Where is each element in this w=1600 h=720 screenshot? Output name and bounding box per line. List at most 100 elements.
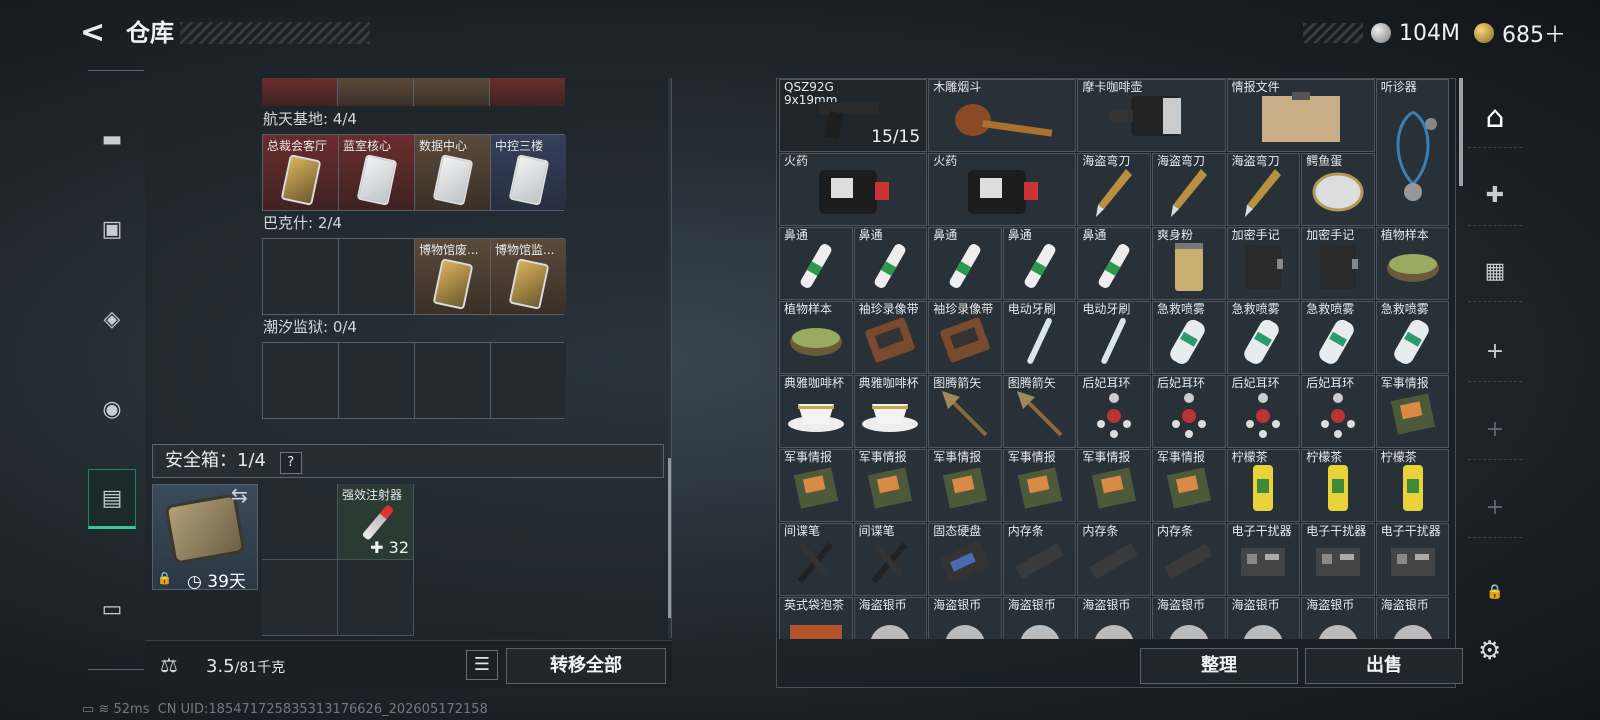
warehouse-item[interactable]: 军事情报	[1002, 449, 1077, 522]
container-medkit-icon[interactable]: ✚	[1468, 166, 1522, 226]
warehouse-item[interactable]: 图腾箭矢	[928, 375, 1002, 448]
key-card-slot[interactable]: 中控三楼	[491, 135, 566, 210]
warehouse-item[interactable]: 急救喷雾	[1226, 301, 1301, 374]
safe-item[interactable]: 强效注射器 ✚ 32	[338, 484, 413, 559]
container-helmet-icon[interactable]: ⌂	[1468, 88, 1522, 148]
container-add-3-icon[interactable]: +	[1468, 478, 1522, 538]
warehouse-item[interactable]: 军事情报	[1077, 449, 1151, 522]
warehouse-item[interactable]: 军事情报	[928, 449, 1002, 522]
warehouse-item[interactable]: 内存条	[1002, 523, 1077, 596]
warehouse-item[interactable]: 摩卡咖啡壶	[1077, 79, 1226, 152]
warehouse-item[interactable]: 电动牙刷	[1002, 301, 1077, 374]
empty-slot[interactable]	[263, 343, 338, 418]
warehouse-item[interactable]: 鼻通	[1002, 227, 1077, 300]
warehouse-item[interactable]: 典雅咖啡杯	[779, 375, 853, 448]
nav-toolbox-icon[interactable]: ▭	[88, 579, 136, 639]
warehouse-item[interactable]: 听诊器	[1375, 79, 1450, 226]
warehouse-item[interactable]: 内存条	[1152, 523, 1226, 596]
warehouse-item[interactable]: 袖珍录像带	[853, 301, 928, 374]
grid-cell[interactable]	[414, 78, 489, 106]
container-add-icon[interactable]: +	[1468, 322, 1522, 382]
warehouse-item[interactable]: 固态硬盘	[928, 523, 1002, 596]
grid-cell[interactable]	[338, 560, 413, 635]
nav-armor-icon[interactable]: ▣	[88, 199, 136, 259]
warehouse-item[interactable]: 海盗银币	[1002, 597, 1077, 639]
warehouse-item[interactable]: 植物样本	[1375, 227, 1450, 300]
warehouse-item[interactable]: 海盗银币	[1152, 597, 1226, 639]
warehouse-item[interactable]: 后妃耳环	[1226, 375, 1301, 448]
warehouse-item[interactable]: 爽身粉	[1152, 227, 1226, 300]
warehouse-item[interactable]: 海盗银币	[853, 597, 928, 639]
key-card-slot[interactable]: 博物馆监...	[491, 239, 566, 314]
grid-cell[interactable]	[262, 484, 337, 559]
nav-backpack-icon[interactable]: ◈	[88, 289, 136, 349]
back-icon[interactable]: <	[80, 16, 110, 50]
warehouse-item[interactable]: 海盗银币	[1077, 597, 1151, 639]
sort-button[interactable]: 整理	[1140, 648, 1298, 684]
key-card-slot[interactable]: 数据中心	[415, 135, 490, 210]
warehouse-item[interactable]: 海盗弯刀	[1226, 153, 1301, 226]
warehouse-item[interactable]: 柠檬茶	[1375, 449, 1450, 522]
warehouse-item[interactable]: 间谍笔	[853, 523, 928, 596]
warehouse-item[interactable]: 电子干扰器	[1375, 523, 1450, 596]
nav-weapon-icon[interactable]: ▬	[88, 109, 136, 169]
left-scrollbar[interactable]	[668, 78, 671, 638]
grid-cell[interactable]	[262, 78, 337, 106]
list-view-button[interactable]: ☰	[466, 650, 498, 680]
container-lock-icon[interactable]: 🔒	[1468, 562, 1522, 622]
warehouse-item[interactable]: 急救喷雾	[1375, 301, 1450, 374]
gold-currency-value[interactable]: 685＋	[1502, 17, 1566, 49]
container-add-2-icon[interactable]: +	[1468, 400, 1522, 460]
warehouse-item[interactable]: 内存条	[1077, 523, 1151, 596]
nav-safe-box-icon[interactable]: ▤	[88, 469, 136, 529]
warehouse-item[interactable]: 后妃耳环	[1152, 375, 1226, 448]
grid-cell[interactable]	[262, 560, 337, 635]
warehouse-item[interactable]: 海盗银币	[928, 597, 1002, 639]
warehouse-item[interactable]: 海盗银币	[1301, 597, 1375, 639]
warehouse-item[interactable]: 海盗银币	[1375, 597, 1450, 639]
key-card-slot[interactable]: 蓝室核心	[339, 135, 414, 210]
warehouse-item[interactable]: 电子干扰器	[1226, 523, 1301, 596]
grid-cell[interactable]	[338, 78, 413, 106]
warehouse-item[interactable]: 情报文件	[1226, 79, 1375, 152]
warehouse-item[interactable]: 军事情报	[853, 449, 928, 522]
help-icon[interactable]: ?	[279, 452, 302, 474]
warehouse-item[interactable]: 植物样本	[779, 301, 853, 374]
warehouse-item[interactable]: 鼻通	[1077, 227, 1151, 300]
warehouse-item[interactable]: 后妃耳环	[1077, 375, 1151, 448]
warehouse-item[interactable]: 加密手记	[1301, 227, 1375, 300]
warehouse-item[interactable]: 鼻通	[853, 227, 928, 300]
sell-button[interactable]: 出售	[1305, 648, 1463, 684]
warehouse-item[interactable]: 火药	[928, 153, 1077, 226]
warehouse-item[interactable]: QSZ92G 9x19mm 15/15	[779, 79, 928, 152]
warehouse-item[interactable]: 间谍笔	[779, 523, 853, 596]
warehouse-item[interactable]: 鳄鱼蛋	[1301, 153, 1375, 226]
warehouse-item[interactable]: 海盗弯刀	[1077, 153, 1151, 226]
warehouse-item[interactable]: 急救喷雾	[1152, 301, 1226, 374]
safe-box-case[interactable]: ⇆ 🔒 ◷ 39天	[152, 483, 258, 592]
settings-gear-icon[interactable]: ⚙	[1478, 636, 1501, 666]
warehouse-item[interactable]: 鼻通	[779, 227, 853, 300]
container-cassette-icon[interactable]: ▦	[1468, 242, 1522, 302]
warehouse-item[interactable]: 柠檬茶	[1301, 449, 1375, 522]
warehouse-item[interactable]: 电动牙刷	[1077, 301, 1151, 374]
warehouse-item[interactable]: 火药	[779, 153, 928, 226]
warehouse-item[interactable]: 海盗银币	[1226, 597, 1301, 639]
grid-cell[interactable]	[490, 78, 565, 106]
warehouse-item[interactable]: 木雕烟斗	[928, 79, 1077, 152]
empty-slot[interactable]	[339, 343, 414, 418]
empty-slot[interactable]	[263, 239, 338, 314]
warehouse-item[interactable]: 军事情报	[1375, 375, 1450, 448]
key-card-slot[interactable]: 博物馆废...	[415, 239, 490, 314]
empty-slot[interactable]	[415, 343, 490, 418]
warehouse-item[interactable]: 英式袋泡茶	[779, 597, 853, 639]
warehouse-item[interactable]: 图腾箭矢	[1002, 375, 1077, 448]
nav-bag-icon[interactable]: ◉	[88, 379, 136, 439]
empty-slot[interactable]	[339, 239, 414, 314]
warehouse-item[interactable]: 急救喷雾	[1301, 301, 1375, 374]
warehouse-item[interactable]: 袖珍录像带	[928, 301, 1002, 374]
warehouse-item[interactable]: 军事情报	[779, 449, 853, 522]
warehouse-item[interactable]: 海盗弯刀	[1152, 153, 1226, 226]
warehouse-item[interactable]: 后妃耳环	[1301, 375, 1375, 448]
warehouse-item[interactable]: 电子干扰器	[1301, 523, 1375, 596]
